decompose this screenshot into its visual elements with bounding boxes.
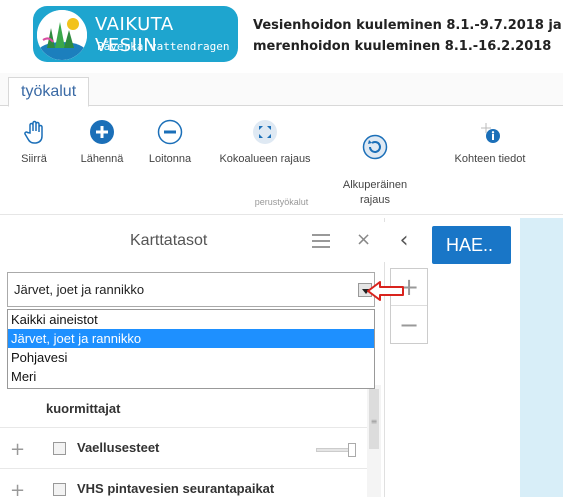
tab-bar: työkalut: [0, 73, 563, 107]
chevron-left-icon[interactable]: ‹: [388, 222, 420, 262]
close-icon[interactable]: ×: [356, 229, 371, 250]
reset-icon: [362, 134, 388, 160]
scrollbar-thumb[interactable]: ≡: [369, 389, 379, 449]
tool-zoom-in-button[interactable]: Lähennä: [72, 119, 132, 165]
select-value: Järvet, joet ja rannikko: [14, 282, 145, 297]
hand-icon: [24, 120, 43, 144]
layer-label: kuormittajat: [46, 401, 121, 416]
layer-panel-header: Karttatasot ×: [0, 222, 385, 262]
layer-label: Vaellusesteet: [77, 440, 160, 455]
layer-row: kuormittajat: [0, 388, 370, 428]
vaikuta-vesiin-logo[interactable]: VAIKUTA VESIIN Påverka vattendragen: [33, 6, 238, 62]
logo-emblem-icon: [37, 10, 87, 60]
toolbar: Siirrä Lähennä Loitonna Kokoalueen rajau…: [0, 107, 563, 215]
header-notice-line-2: merenhoidon kuuleminen 8.1.-16.2.2018: [253, 39, 552, 54]
map-zoom-out-button[interactable]: −: [391, 307, 427, 344]
slider-track: [316, 448, 352, 452]
tool-full-extent-button[interactable]: Kokoalueen rajaus: [210, 119, 320, 165]
map-canvas[interactable]: [520, 218, 563, 497]
tool-label: Lähennä: [80, 153, 124, 165]
layer-row: + VHS pintavesien seurantapaikat: [0, 470, 370, 497]
header-notice-line-1: Vesienhoidon kuuleminen 8.1.-9.7.2018 ja: [253, 18, 562, 33]
opacity-slider[interactable]: [316, 443, 356, 457]
grip-icon: ≡: [370, 417, 378, 426]
menu-icon[interactable]: [312, 234, 330, 248]
layer-list-scrollbar[interactable]: ≡: [367, 385, 381, 497]
tool-zoom-out-button[interactable]: Loitonna: [140, 119, 200, 165]
layer-row: + Vaellusesteet: [0, 429, 370, 469]
app-header: VAIKUTA VESIIN Påverka vattendragen Vesi…: [0, 0, 563, 70]
annotation-arrow-icon: [367, 281, 404, 301]
layer-category-dropdown: Kaikki aineistot Järvet, joet ja rannikk…: [7, 309, 375, 389]
info-icon: [481, 123, 500, 143]
tool-group-label: perustyökalut: [254, 197, 309, 207]
tool-label: Loitonna: [148, 153, 192, 165]
tool-original-extent-button[interactable]: Alkuperäinen rajaus: [335, 119, 415, 208]
zoom-out-icon: [157, 119, 183, 145]
zoom-in-icon: [90, 120, 114, 144]
search-button[interactable]: HAE..: [432, 226, 511, 264]
expand-icon[interactable]: +: [10, 480, 25, 497]
dropdown-option[interactable]: Kaikki aineistot: [8, 310, 374, 329]
tool-label: Siirrä: [21, 153, 47, 165]
tool-pan-button[interactable]: Siirrä: [14, 119, 54, 165]
layer-category-select[interactable]: Järvet, joet ja rannikko: [7, 272, 375, 307]
tool-feature-info-button[interactable]: Kohteen tiedot: [445, 119, 535, 165]
tab-tyokalut[interactable]: työkalut: [8, 77, 90, 107]
layer-checkbox[interactable]: [53, 483, 66, 496]
tool-label: Kohteen tiedot: [454, 153, 526, 165]
expand-icon[interactable]: +: [10, 439, 25, 460]
tool-label: Kokoalueen rajaus: [219, 153, 311, 165]
layer-checkbox[interactable]: [53, 442, 66, 455]
fullscreen-icon: [253, 120, 277, 144]
dropdown-option[interactable]: Meri: [8, 367, 374, 386]
dropdown-option-selected[interactable]: Järvet, joet ja rannikko: [8, 329, 374, 348]
panel-title: Karttatasot: [130, 232, 208, 249]
dropdown-option[interactable]: Pohjavesi: [8, 348, 374, 367]
slider-thumb[interactable]: [348, 443, 356, 457]
layer-label: VHS pintavesien seurantapaikat: [77, 481, 275, 496]
logo-subtitle: Påverka vattendragen: [97, 40, 230, 53]
